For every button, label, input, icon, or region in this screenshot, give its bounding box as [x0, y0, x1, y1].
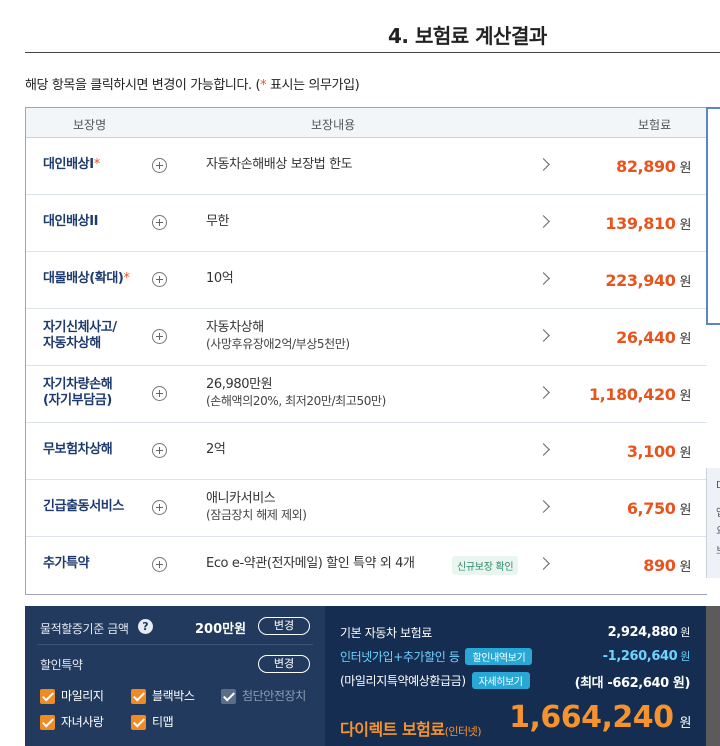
expand-plus-icon[interactable] — [152, 329, 167, 344]
mileage-refund-value: (최대 -662,640 원) — [574, 676, 691, 691]
coverage-name: 무보험차상해 — [43, 442, 113, 457]
accumulation-label: 물적할증기준 금액 — [40, 622, 129, 636]
table-header: 보장명 보장내용 보험료 — [26, 108, 707, 138]
coverage-premium: 82,890 원 — [616, 157, 691, 176]
coverage-row-own-vehicle-damage[interactable]: 자기차량손해 (자기부담금) 26,980만원 (손해액의20%, 최저20만/최고… — [26, 366, 707, 423]
coverage-premium: 1,180,420 원 — [588, 385, 691, 404]
accumulation-change-button[interactable]: 변경 — [258, 617, 310, 635]
coverage-name: 자기신체사고/자동차상해 — [43, 320, 117, 351]
discount-value: -1,260,640 원 — [602, 649, 691, 664]
side-panel-edge — [706, 107, 720, 325]
coverage-row-uninsured-vehicle[interactable]: 무보험차상해 2억 3,100 원 — [26, 423, 707, 480]
expand-plus-icon[interactable] — [152, 500, 167, 515]
checkbox-checked-icon[interactable] — [131, 689, 146, 704]
header-coverage-name: 보장명 — [73, 118, 107, 132]
coverage-premium: 3,100 원 — [626, 442, 692, 461]
premium-summary-panel: 기본 자동차 보험료 2,924,880 원 인터넷가입+추가할인 등 할인내역보기… — [325, 606, 706, 746]
checkbox-blackbox[interactable]: 블랙박스 — [131, 687, 195, 704]
panel-divider — [37, 644, 313, 645]
coverage-row-bodily-injury-2[interactable]: 대인배상II 무한 139,810 원 — [26, 195, 707, 252]
coverage-row-emergency-service[interactable]: 긴급출동서비스 애니카서비스 (잠금장치 해제 제외) 6,750 원 — [26, 480, 707, 537]
coverage-desc: 10억 — [206, 271, 234, 286]
panel-edge — [706, 606, 720, 746]
chevron-right-icon[interactable] — [537, 443, 550, 456]
checkbox-tmap[interactable]: 티맵 — [131, 713, 174, 730]
coverage-name: 대인배상II — [43, 214, 99, 229]
final-premium-label: 다이렉트 보험료(인터넷) — [340, 720, 482, 739]
coverage-name: 자기차량손해 (자기부담금) — [43, 377, 113, 408]
chevron-right-icon[interactable] — [537, 557, 550, 570]
coverage-premium: 6,750 원 — [626, 499, 692, 518]
discount-row-label: 인터넷가입+추가할인 등 — [340, 650, 460, 664]
coverage-premium: 223,940 원 — [605, 271, 691, 290]
coverage-desc: 무한 — [206, 214, 230, 229]
expand-plus-icon[interactable] — [152, 557, 167, 572]
expand-plus-icon[interactable] — [152, 272, 167, 287]
notice-text: 해당 항목을 클릭하시면 변경이 가능합니다. (* 표시는 의무가입) — [25, 78, 360, 93]
coverage-name: 대물배상(확대)* — [43, 271, 130, 286]
coverage-row-personal-injury[interactable]: 자기신체사고/자동차상해 자동차상해 (사망후유장애2억/부상5천만) 26,44… — [26, 309, 707, 366]
checkbox-advanced-safety: 첨단안전장치 — [221, 687, 306, 704]
coverage-name: 대인배상I* — [43, 157, 100, 172]
final-premium-value: 1,664,240 원 — [509, 700, 691, 735]
checkbox-checked-icon — [221, 689, 236, 704]
coverage-row-bodily-injury-1[interactable]: 대인배상I* 자동차손해배상 보장법 한도 82,890 원 — [26, 138, 707, 195]
coverage-table: 보장명 보장내용 보험료 대인배상I* 자동차손해배상 보장법 한도 82,89… — [25, 107, 707, 595]
coverage-row-additional-riders[interactable]: 추가특약 Eco e-약관(전자메일) 할인 특약 외 4개 신규보장 확인 8… — [26, 537, 707, 594]
base-premium-label: 기본 자동차 보험료 — [340, 626, 432, 640]
new-coverage-badge[interactable]: 신규보장 확인 — [452, 556, 519, 575]
discount-row: 인터넷가입+추가할인 등 할인내역보기 -1,260,640 원 — [340, 648, 690, 668]
expand-plus-icon[interactable] — [152, 443, 167, 458]
chevron-right-icon[interactable] — [537, 158, 550, 171]
chevron-right-icon[interactable] — [537, 329, 550, 342]
coverage-desc: 애니카서비스 (잠금장치 해제 제외) — [206, 491, 307, 522]
mileage-refund-row: (마일리지특약예상환급금) 자세히보기 (최대 -662,640 원) — [340, 672, 690, 692]
title-divider — [25, 52, 720, 53]
chevron-right-icon[interactable] — [537, 272, 550, 285]
discount-label: 할인특약 — [40, 658, 83, 672]
help-icon[interactable]: ? — [138, 619, 153, 634]
coverage-name: 긴급출동서비스 — [43, 499, 124, 514]
base-premium-row: 기본 자동차 보험료 2,924,880 원 — [340, 624, 690, 644]
coverage-desc: 자동차손해배상 보장법 한도 — [206, 157, 353, 172]
checkbox-checked-icon[interactable] — [131, 715, 146, 730]
header-coverage-content: 보장내용 — [311, 118, 356, 132]
checkbox-mileage[interactable]: 마일리지 — [40, 687, 104, 704]
coverage-premium: 890 원 — [643, 556, 691, 575]
coverage-desc: 자동차상해 (사망후유장애2억/부상5천만) — [206, 320, 350, 351]
base-premium-value: 2,924,880 원 — [607, 625, 691, 640]
chevron-right-icon[interactable] — [537, 500, 550, 513]
checkbox-child-love[interactable]: 자녀사랑 — [40, 713, 104, 730]
coverage-premium: 139,810 원 — [605, 214, 691, 233]
side-info-edge: D 업 요 보 — [706, 468, 720, 578]
checkbox-checked-icon[interactable] — [40, 689, 55, 704]
discount-detail-button[interactable]: 할인내역보기 — [465, 648, 533, 665]
expand-plus-icon[interactable] — [152, 386, 167, 401]
mileage-refund-label: (마일리지특약예상환급금) — [340, 674, 466, 688]
coverage-row-property-damage[interactable]: 대물배상(확대)* 10억 223,940 원 — [26, 252, 707, 309]
chevron-right-icon[interactable] — [537, 386, 550, 399]
coverage-desc: 26,980만원 (손해액의20%, 최저20만/최고50만) — [206, 377, 386, 408]
expand-plus-icon[interactable] — [152, 215, 167, 230]
coverage-desc: 2억 — [206, 442, 226, 457]
checkbox-checked-icon[interactable] — [40, 715, 55, 730]
page-title: 4. 보험료 계산결과 — [388, 24, 547, 48]
coverage-name: 추가특약 — [43, 556, 90, 571]
header-premium: 보험료 — [638, 118, 672, 132]
mileage-detail-button[interactable]: 자세히보기 — [471, 672, 530, 689]
accumulation-value: 200만원 — [195, 622, 247, 637]
expand-plus-icon[interactable] — [152, 158, 167, 173]
discount-change-button[interactable]: 변경 — [258, 655, 310, 673]
chevron-right-icon[interactable] — [537, 215, 550, 228]
coverage-premium: 26,440 원 — [616, 328, 691, 347]
coverage-desc: Eco e-약관(전자메일) 할인 특약 외 4개 — [206, 556, 415, 571]
discount-options-panel: 물적할증기준 금액 ? 200만원 변경 할인특약 변경 마일리지 블랙박스 첨… — [25, 606, 325, 746]
